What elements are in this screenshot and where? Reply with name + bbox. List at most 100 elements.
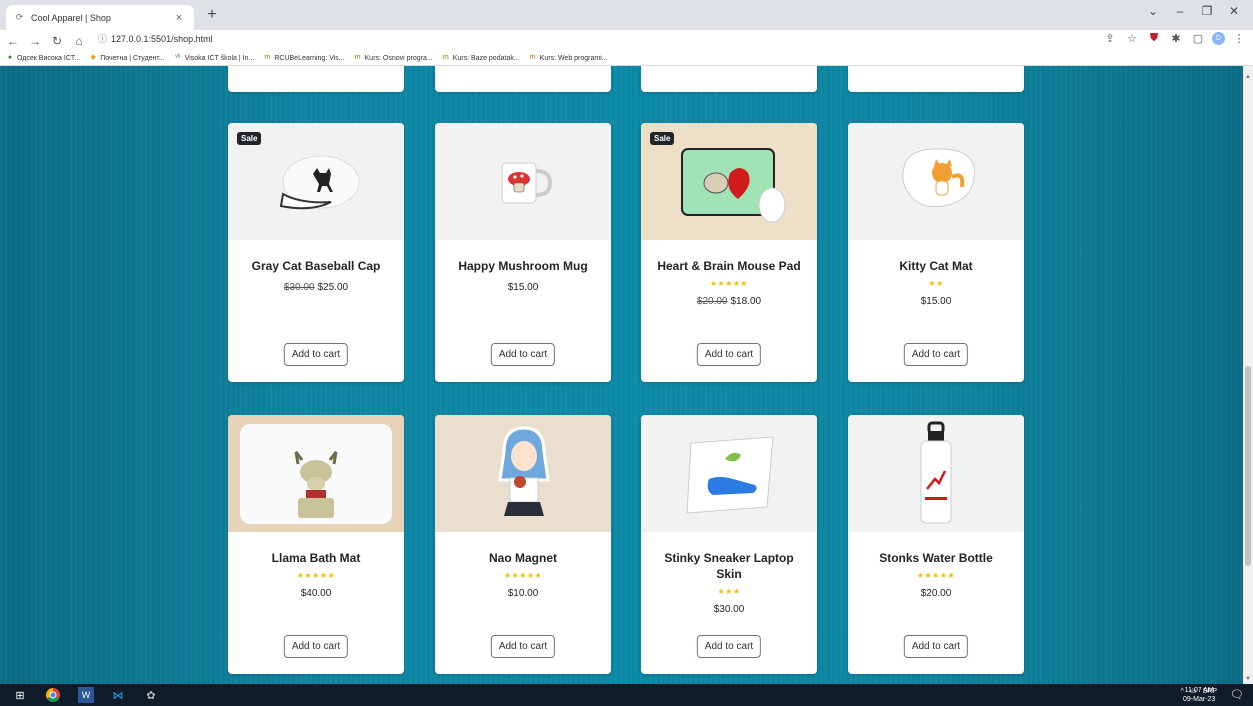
add-to-cart-button[interactable]: Add to cart (903, 343, 969, 366)
info-icon[interactable]: ⓘ (98, 32, 107, 45)
taskbar-clock[interactable]: 11:07 AM 09-Mar-23 (1183, 686, 1215, 704)
notification-icon[interactable]: 🗨 (1230, 688, 1244, 701)
product-name[interactable]: Gray Cat Baseball Cap (228, 258, 404, 274)
add-to-cart-button[interactable]: Add to cart (903, 635, 969, 658)
product-price: $30.00 $25.00 (228, 282, 404, 293)
moodle-icon: m (264, 54, 271, 61)
current-price: $40.00 (300, 588, 332, 599)
sale-badge: Sale (650, 132, 675, 145)
vscode-icon[interactable]: ⋈ (110, 687, 126, 703)
bookmark-item[interactable]: m RCUBeLearning: Vis... (263, 54, 344, 62)
windows-start-icon[interactable]: ⊞ (12, 687, 28, 703)
product-image[interactable]: Sale (228, 123, 404, 240)
word-icon[interactable]: W (78, 687, 94, 703)
scroll-up-icon[interactable]: ▲ (1244, 74, 1252, 80)
bookmark-label: Kurs: Baze podatak... (452, 54, 520, 62)
product-card: Happy Mushroom Mug $15.00 Add to cart (435, 123, 611, 382)
browser-tab[interactable]: ⟳ Cool Apparel | Shop × (6, 5, 194, 30)
student-icon: ◆ (90, 54, 96, 61)
extensions-puzzle-icon[interactable]: ✱ (1168, 32, 1184, 45)
anime-girl-magnet-image-icon (498, 425, 550, 516)
minimize-button[interactable]: – (1170, 4, 1190, 18)
rating-stars: ★★★★★ (709, 279, 749, 288)
address-bar[interactable]: ⓘ 127.0.0.1:5501/shop.html (98, 32, 213, 45)
product-price: $30.00 (641, 604, 817, 615)
product-image[interactable] (435, 415, 611, 532)
add-to-cart-button[interactable]: Add to cart (283, 635, 349, 658)
product-image[interactable] (848, 123, 1024, 240)
page-scrollbar[interactable]: ▲ ▼ (1243, 66, 1253, 684)
current-price: $25.00 (317, 282, 349, 293)
share-icon[interactable]: ⇪ (1102, 32, 1118, 45)
rating-stars: ★★★★★ (296, 571, 336, 580)
tab-close-button[interactable]: × (172, 12, 186, 24)
bookmark-item[interactable]: ◆ Почетна | Студент... (89, 54, 165, 62)
product-name[interactable]: Stonks Water Bottle (848, 550, 1024, 566)
current-price: $15.00 (920, 296, 952, 307)
product-name[interactable]: Happy Mushroom Mug (435, 258, 611, 274)
product-card: Nao Magnet ★★★★★ $10.00 Add to cart (435, 415, 611, 674)
product-name[interactable]: Nao Magnet (435, 550, 611, 566)
product-price: $20.00 $18.00 (641, 296, 817, 307)
bookmarks-bar: ● Одсек Висока ICT... ◆ Почетна | Студент.… (0, 51, 1253, 66)
clock-time: 11:07 AM (1184, 687, 1214, 694)
clock-date: 09-Mar-23 (1183, 696, 1216, 703)
scroll-down-icon[interactable]: ▼ (1244, 676, 1252, 682)
product-card: Stonks Water Bottle ★★★★★ $20.00 Add to … (848, 415, 1024, 674)
product-image[interactable] (435, 123, 611, 240)
scroll-thumb[interactable] (1245, 366, 1251, 566)
product-image[interactable]: Sale (641, 123, 817, 240)
bookmark-star-icon[interactable]: ☆ (1124, 32, 1140, 45)
product-card-partial (848, 66, 1024, 92)
product-name[interactable]: Llama Bath Mat (228, 550, 404, 566)
rating-stars: ★★★ (717, 587, 741, 596)
product-card: Kitty Cat Mat ★★ $15.00 Add to cart (848, 123, 1024, 382)
url-text: 127.0.0.1:5501/shop.html (111, 33, 213, 44)
product-price: $15.00 (848, 296, 1024, 307)
new-tab-button[interactable]: + (203, 7, 221, 25)
close-window-button[interactable]: ✕ (1224, 4, 1244, 18)
tab-search-icon[interactable]: ⌄ (1143, 4, 1163, 18)
profile-avatar[interactable]: D (1212, 32, 1225, 45)
ublock-extension-icon[interactable]: ⛊ (1146, 32, 1162, 45)
restore-button[interactable]: ❐ (1197, 4, 1217, 18)
old-price: $30.00 (283, 282, 315, 293)
bookmark-label: Kurs: Web programi... (539, 54, 608, 62)
back-icon[interactable]: ← (4, 32, 22, 50)
chrome-icon[interactable] (45, 687, 61, 703)
product-price: $10.00 (435, 588, 611, 599)
laptop-skin-image-icon (686, 435, 774, 514)
side-panel-icon[interactable]: ▢ (1190, 32, 1206, 45)
shop-page: Sale Gray Cat Baseball Cap $30.00 $25.00 … (0, 66, 1253, 684)
add-to-cart-button[interactable]: Add to cart (696, 635, 762, 658)
product-card: Stinky Sneaker Laptop Skin ★★★ $30.00 Ad… (641, 415, 817, 674)
reload-icon[interactable]: ↻ (48, 32, 66, 50)
bookmark-item[interactable]: m Kurs: Baze podatak... (442, 54, 520, 62)
bookmark-label: Почетна | Студент... (100, 54, 165, 62)
product-price: $20.00 (848, 588, 1024, 599)
bookmark-item[interactable]: m Kurs: Web programi... (529, 54, 608, 62)
current-price: $20.00 (920, 588, 952, 599)
product-image[interactable] (228, 415, 404, 532)
add-to-cart-button[interactable]: Add to cart (696, 343, 762, 366)
home-icon[interactable]: ⌂ (70, 32, 88, 50)
product-card: Llama Bath Mat ★★★★★ $40.00 Add to cart (228, 415, 404, 674)
app-icon[interactable]: ✿ (143, 687, 159, 703)
windows-taskbar: ⊞ W ⋈ ✿ ^ ▭ SRP 11:07 AM 09-Mar-23 🗨 (0, 684, 1253, 706)
menu-kebab-icon[interactable]: ⋮ (1231, 32, 1247, 45)
product-image[interactable] (641, 415, 817, 532)
add-to-cart-button[interactable]: Add to cart (283, 343, 349, 366)
bookmark-item[interactable]: ᵛᵇ Visoka ICT škola | In... (174, 54, 254, 62)
bookmark-item[interactable]: ● Одсек Висока ICT... (6, 54, 80, 62)
product-name[interactable]: Kitty Cat Mat (848, 258, 1024, 274)
add-to-cart-button[interactable]: Add to cart (490, 635, 556, 658)
rating-stars: ★★★★★ (503, 571, 543, 580)
product-name[interactable]: Stinky Sneaker Laptop Skin (641, 550, 817, 582)
forward-icon[interactable]: → (26, 32, 44, 50)
product-image[interactable] (848, 415, 1024, 532)
product-card: Sale Heart & Brain Mouse Pad ★★★★★ $20.0… (641, 123, 817, 382)
water-bottle-image-icon (920, 421, 952, 523)
bookmark-item[interactable]: m Kurs: Osnovi progra... (354, 54, 433, 62)
add-to-cart-button[interactable]: Add to cart (490, 343, 556, 366)
product-name[interactable]: Heart & Brain Mouse Pad (641, 258, 817, 274)
